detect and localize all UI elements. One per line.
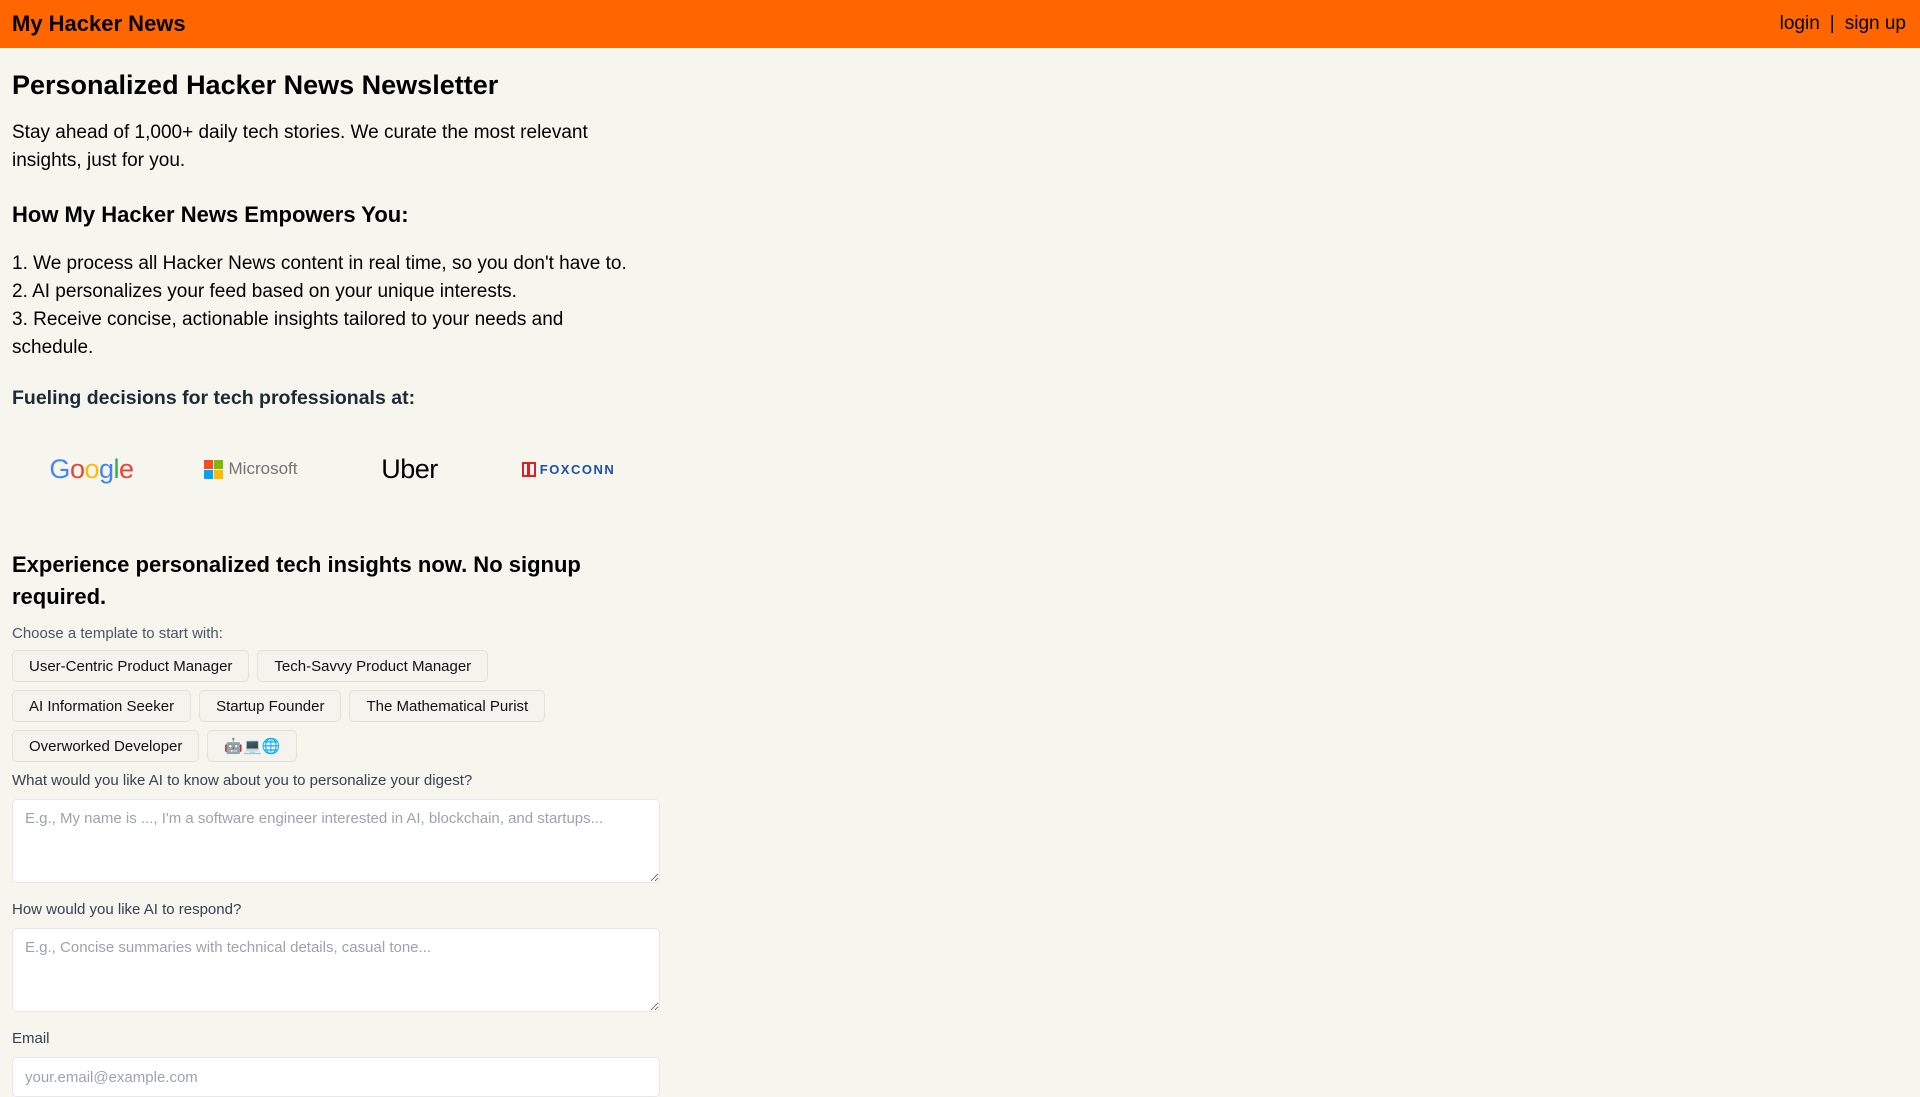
intro-text: Stay ahead of 1,000+ daily tech stories.…: [12, 122, 588, 172]
microsoft-grid-icon: [203, 459, 223, 479]
uber-logo: Uber: [381, 453, 438, 484]
template-button-tech-savvy-pm[interactable]: Tech-Savvy Product Manager: [257, 650, 489, 683]
template-button-mathematical-purist[interactable]: The Mathematical Purist: [349, 690, 546, 723]
brand-link[interactable]: My Hacker News: [12, 11, 186, 37]
template-button-emoji[interactable]: 🤖💻🌐: [207, 730, 298, 763]
step-item: 2. AI personalizes your feed based on yo…: [12, 280, 517, 302]
companies-heading: Fueling decisions for tech professionals…: [12, 386, 416, 409]
company-logos: Google Microsoft Uber FOXCONN: [12, 439, 648, 499]
main-content: Personalized Hacker News Newsletter Stay…: [0, 68, 660, 1097]
respond-label: How would you like AI to respond?: [12, 901, 242, 919]
template-button-overworked-developer[interactable]: Overworked Developer: [12, 730, 200, 763]
template-button-ai-info-seeker[interactable]: AI Information Seeker: [12, 690, 192, 723]
step-item: 3. Receive concise, actionable insights …: [12, 308, 564, 358]
top-navbar: My Hacker News login | sign up: [0, 0, 1920, 48]
email-input[interactable]: [12, 1057, 660, 1097]
email-label: Email: [12, 1030, 50, 1048]
login-link[interactable]: login: [1780, 13, 1820, 35]
empowers-heading: How My Hacker News Empowers You:: [12, 202, 409, 228]
choose-template-label: Choose a template to start with:: [12, 625, 223, 643]
foxconn-logo: FOXCONN: [489, 461, 648, 477]
trial-heading: Experience personalized tech insights no…: [12, 552, 581, 610]
signup-link[interactable]: sign up: [1845, 13, 1906, 35]
respond-textarea[interactable]: [12, 928, 660, 1013]
steps-list: 1. We process all Hacker News content in…: [12, 250, 648, 362]
page-title: Personalized Hacker News Newsletter: [12, 70, 499, 100]
template-button-user-centric-pm[interactable]: User-Centric Product Manager: [12, 650, 250, 683]
about-textarea[interactable]: [12, 799, 660, 884]
google-logo: Google: [49, 453, 134, 484]
auth-separator: |: [1829, 13, 1835, 34]
step-item: 1. We process all Hacker News content in…: [12, 252, 627, 274]
template-buttons: User-Centric Product Manager Tech-Savvy …: [12, 650, 648, 763]
microsoft-logo: Microsoft: [171, 459, 330, 479]
foxconn-mark-icon: [521, 461, 536, 477]
template-button-startup-founder[interactable]: Startup Founder: [199, 690, 342, 723]
auth-links: login | sign up: [1780, 13, 1908, 35]
about-label: What would you like AI to know about you…: [12, 772, 473, 790]
